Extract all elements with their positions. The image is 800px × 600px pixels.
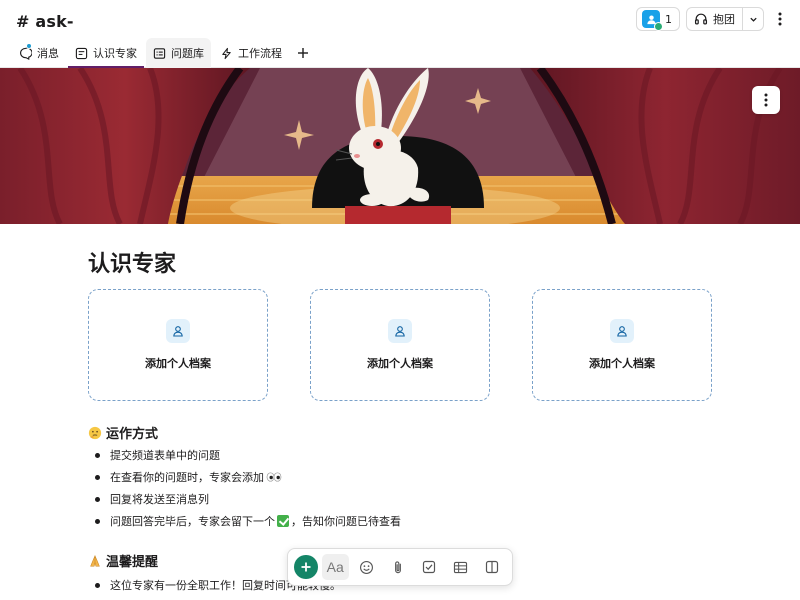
- huddle-button-group: 抱团: [686, 7, 764, 31]
- list-item: 回复将发送至消息列: [88, 489, 401, 511]
- section-heading-how-it-works: 运作方式: [88, 423, 158, 442]
- profile-cards: 添加个人档案 添加个人档案 添加个人档案: [88, 289, 713, 401]
- list-item: 问题回答完毕后，专家会留下一个 ，告知你问题已待查看: [88, 511, 401, 533]
- tab-question-bank[interactable]: 问题库: [146, 38, 211, 68]
- online-dot: [654, 22, 663, 31]
- emoji-button[interactable]: [353, 554, 380, 580]
- channel-more-button[interactable]: [770, 7, 790, 31]
- huddle-label: 抱团: [713, 13, 735, 26]
- rabbit-magic-hat-illustration: [0, 68, 800, 224]
- tab-workflows[interactable]: 工作流程: [213, 38, 289, 68]
- tab-label: 消息: [37, 47, 59, 60]
- add-profile-card[interactable]: 添加个人档案: [532, 289, 712, 401]
- add-profile-card[interactable]: 添加个人档案: [310, 289, 490, 401]
- list-item-text: ，告知你问题已待查看: [291, 515, 401, 528]
- huddle-button[interactable]: 抱团: [687, 8, 743, 30]
- folded-hands-icon: [90, 554, 100, 567]
- tab-messages[interactable]: 消息: [12, 38, 66, 68]
- tab-meet-experts[interactable]: 认识专家: [68, 38, 144, 68]
- paperclip-icon: [395, 560, 401, 573]
- headphones-icon: [694, 13, 708, 25]
- eyes-icon: [266, 472, 282, 482]
- checklist-button[interactable]: [416, 554, 443, 580]
- person-icon: [610, 319, 634, 343]
- card-label: 添加个人档案: [367, 357, 433, 370]
- layout-columns-button[interactable]: [479, 554, 506, 580]
- list-item: 提交频道表单中的问题: [88, 445, 401, 467]
- section-heading-reminder: 温馨提醒: [88, 551, 158, 570]
- plus-icon: [301, 562, 311, 572]
- lightning-icon: [220, 47, 233, 60]
- huddle-options-button[interactable]: [743, 8, 763, 30]
- insert-button[interactable]: [294, 555, 318, 579]
- section-heading-text: 温馨提醒: [106, 555, 159, 570]
- tab-label: 问题库: [171, 47, 204, 60]
- smiley-icon: [360, 560, 374, 574]
- checkbox-icon: [423, 560, 436, 574]
- attach-button[interactable]: [384, 554, 411, 580]
- channel-title[interactable]: # ask-: [16, 12, 74, 31]
- chevron-down-icon: [749, 17, 757, 22]
- tab-label: 认识专家: [93, 47, 137, 60]
- vertical-dots-icon: [764, 93, 768, 107]
- list-item: 在查看你的问题时，专家会添加: [88, 467, 401, 489]
- list-icon: [153, 47, 166, 60]
- canvas-insert-toolbar: Aa: [287, 548, 513, 586]
- banner-more-button[interactable]: [752, 86, 780, 114]
- add-tab-button[interactable]: [291, 38, 315, 68]
- add-profile-card[interactable]: 添加个人档案: [88, 289, 268, 401]
- thinking-face-icon: [88, 426, 102, 439]
- list-item-text: 回复将发送至消息列: [110, 493, 209, 506]
- member-count: 1: [665, 12, 672, 26]
- section-heading-text: 运作方式: [106, 427, 159, 442]
- channel-title-row[interactable]: # ask-: [16, 10, 74, 32]
- person-icon: [388, 319, 412, 343]
- page-title: 认识专家: [88, 252, 177, 277]
- list-item-text: 问题回答完毕后，专家会留下一个: [110, 515, 275, 528]
- channel-tabs: 消息 认识专家 问题库 工作流程: [12, 38, 315, 68]
- list-item-text: 在查看你的问题时，专家会添加: [110, 471, 264, 484]
- table-button[interactable]: [447, 554, 474, 580]
- list-item-text: 提交频道表单中的问题: [110, 449, 220, 462]
- card-label: 添加个人档案: [589, 357, 655, 370]
- header-actions: 1 抱团: [636, 7, 790, 31]
- avatar: [642, 10, 663, 31]
- person-icon: [166, 319, 190, 343]
- unread-badge: [26, 43, 32, 49]
- check-mark-icon: [277, 515, 289, 527]
- card-label: 添加个人档案: [145, 357, 211, 370]
- tab-label: 工作流程: [238, 47, 282, 60]
- canvas-icon: [75, 47, 88, 60]
- columns-icon: [486, 560, 499, 574]
- vertical-dots-icon: [778, 12, 782, 26]
- how-it-works-list: 提交频道表单中的问题 在查看你的问题时，专家会添加 回复将发送至消息列 问题回答…: [88, 445, 401, 533]
- plus-icon: [298, 48, 308, 58]
- table-icon: [454, 561, 468, 573]
- channel-header: # ask- 1 抱团 消息 认识专家 问题库 工作流程: [0, 0, 800, 68]
- members-button[interactable]: 1: [636, 7, 680, 31]
- canvas-banner-image: [0, 68, 800, 224]
- text-format-button[interactable]: Aa: [321, 554, 349, 580]
